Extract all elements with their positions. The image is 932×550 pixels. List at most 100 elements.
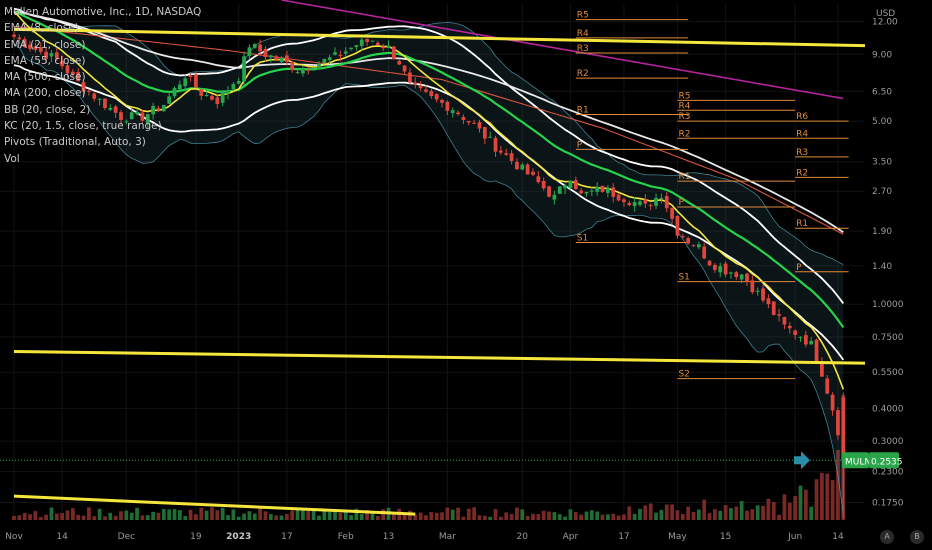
indicator-ma500[interactable]: MA (500, close) bbox=[4, 69, 201, 85]
x-tick-label: Apr bbox=[563, 532, 579, 542]
volume-bar bbox=[375, 516, 380, 520]
y-tick-label: 9.00 bbox=[872, 50, 892, 60]
volume-bar bbox=[702, 499, 707, 520]
pivot-label: R5 bbox=[678, 91, 690, 101]
candle-body bbox=[595, 186, 600, 192]
candle-body bbox=[616, 194, 621, 201]
volume-bar bbox=[729, 508, 733, 520]
candle-body bbox=[397, 60, 402, 65]
volume-bar bbox=[456, 507, 460, 520]
volume-bar bbox=[17, 515, 22, 520]
candle-body bbox=[210, 95, 214, 100]
indicator-ema21[interactable]: EMA (21, close) bbox=[4, 37, 201, 53]
volume-bar bbox=[499, 516, 503, 520]
volume-bar bbox=[81, 515, 86, 520]
candle-body bbox=[434, 93, 439, 100]
volume-bar bbox=[830, 480, 835, 520]
pivot-label: S1 bbox=[577, 234, 588, 244]
candle-body bbox=[322, 58, 327, 64]
volume-bar bbox=[627, 506, 632, 520]
x-tick-label: 20 bbox=[517, 532, 529, 542]
volume-bar bbox=[381, 509, 386, 520]
volume-bar bbox=[525, 516, 530, 520]
candle-body bbox=[606, 187, 610, 193]
y-tick-label: 5.00 bbox=[872, 117, 892, 127]
volume-bar bbox=[226, 515, 230, 520]
candle-body bbox=[456, 112, 460, 115]
pivot-label: R4 bbox=[577, 29, 589, 39]
pivot-label: R3 bbox=[678, 112, 690, 122]
candle-body bbox=[370, 40, 375, 42]
volume-bar bbox=[718, 510, 723, 520]
volume-bar bbox=[809, 506, 814, 520]
indicator-ema8[interactable]: EMA (8, close) bbox=[4, 20, 201, 36]
volume-bar bbox=[466, 508, 471, 520]
volume-bar bbox=[252, 513, 257, 520]
volume-bar bbox=[301, 509, 305, 520]
candle-body bbox=[311, 69, 316, 71]
volume-bar bbox=[295, 509, 300, 520]
volume-bar bbox=[755, 505, 760, 520]
indicator-volume[interactable]: Vol bbox=[4, 151, 201, 167]
volume-bar bbox=[686, 506, 691, 520]
candle-body bbox=[236, 80, 241, 84]
pivot-label: R1 bbox=[796, 219, 808, 229]
candle-body bbox=[755, 290, 760, 292]
volume-bar bbox=[434, 512, 439, 520]
indicator-bb[interactable]: BB (20, close, 2) bbox=[4, 102, 201, 118]
candle-body bbox=[814, 339, 819, 363]
candle-body bbox=[777, 314, 781, 316]
volume-bar bbox=[161, 508, 166, 520]
candle-body bbox=[220, 91, 225, 103]
candle-body bbox=[787, 325, 792, 329]
volume-bar bbox=[429, 512, 434, 520]
candle-body bbox=[515, 161, 519, 170]
candle-body bbox=[627, 202, 632, 206]
candle-body bbox=[295, 71, 300, 73]
indicator-pivots[interactable]: Pivots (Traditional, Auto, 3) bbox=[4, 134, 201, 150]
volume-bar bbox=[589, 510, 594, 520]
indicator-kc[interactable]: KC (20, 1.5, close, true range) bbox=[4, 118, 201, 134]
corner-button-a[interactable]: A bbox=[880, 530, 894, 544]
pivot-label: R5 bbox=[577, 11, 589, 21]
trendline[interactable] bbox=[13, 349, 871, 365]
volume-bar bbox=[440, 512, 444, 520]
volume-bar bbox=[670, 504, 674, 520]
volume-bar bbox=[696, 509, 701, 520]
y-tick-label: 0.1750 bbox=[872, 498, 904, 508]
candle-body bbox=[750, 280, 755, 293]
volume-bar bbox=[76, 514, 81, 520]
volume-bar bbox=[306, 509, 311, 520]
candle-body bbox=[798, 336, 803, 338]
candle-body bbox=[520, 164, 525, 170]
volume-bar bbox=[771, 502, 776, 520]
volume-bar bbox=[156, 512, 161, 520]
volume-bar bbox=[450, 509, 455, 520]
candle-body bbox=[279, 58, 284, 63]
arrow-right-icon bbox=[794, 451, 810, 470]
volume-bar bbox=[477, 515, 482, 520]
candle-body bbox=[231, 84, 236, 90]
x-tick-label: 17 bbox=[618, 532, 629, 542]
candle-body bbox=[354, 45, 359, 48]
candle-body bbox=[718, 266, 723, 273]
volume-bar bbox=[274, 515, 279, 520]
volume-bar bbox=[124, 510, 129, 520]
candle-body bbox=[541, 180, 546, 189]
candle-body bbox=[632, 201, 637, 207]
candle-body bbox=[584, 191, 589, 194]
volume-bar bbox=[172, 509, 177, 520]
candle-body bbox=[686, 238, 691, 244]
volume-bar bbox=[734, 506, 739, 520]
volume-bar bbox=[210, 507, 214, 520]
x-tick-label: Mar bbox=[439, 532, 456, 542]
pivot-label: R2 bbox=[796, 168, 808, 178]
pivot-label: R3 bbox=[577, 44, 589, 54]
corner-button-b[interactable]: B bbox=[910, 530, 924, 544]
y-tick-label: 0.5500 bbox=[872, 368, 904, 378]
volume-bar bbox=[231, 509, 236, 520]
indicator-ema55[interactable]: EMA (55, close) bbox=[4, 53, 201, 69]
volume-bar bbox=[92, 516, 97, 520]
y-tick-label: 1.90 bbox=[872, 227, 892, 237]
indicator-ma200[interactable]: MA (200, close) bbox=[4, 85, 201, 101]
